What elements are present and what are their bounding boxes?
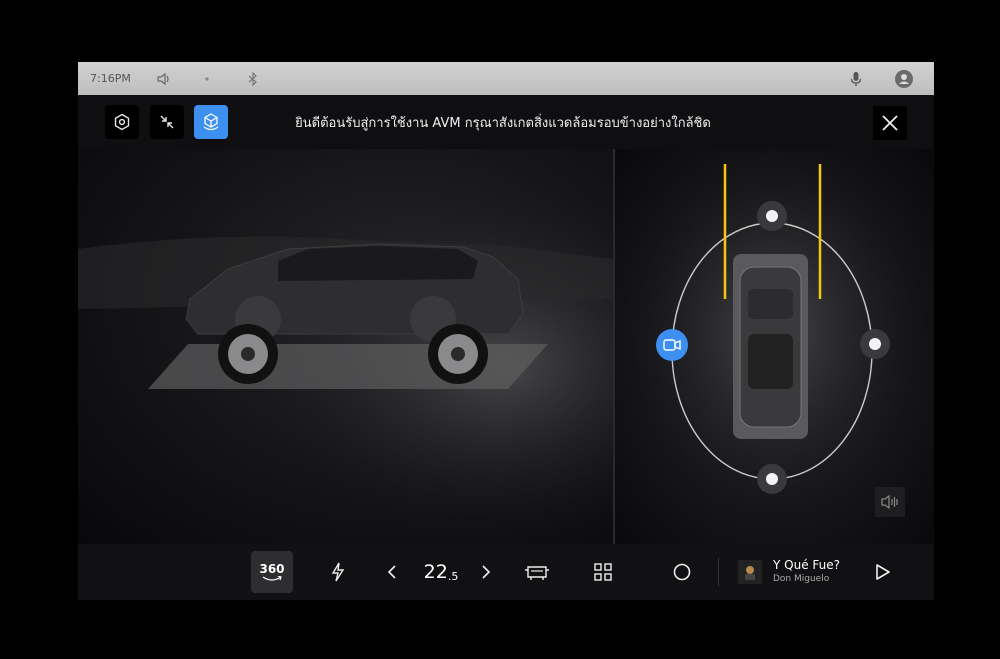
3d-car-render xyxy=(78,149,613,544)
bluetooth-icon[interactable] xyxy=(248,62,258,95)
minimize-icon xyxy=(160,115,174,129)
temp-increase-button[interactable] xyxy=(476,544,496,600)
home-button[interactable] xyxy=(668,544,696,600)
apps-button[interactable] xyxy=(590,544,616,600)
top-down-view[interactable] xyxy=(615,149,934,544)
status-time: 7:16PM xyxy=(90,72,131,85)
left-camera-button[interactable] xyxy=(656,329,688,361)
play-icon xyxy=(876,564,890,580)
track-title: Y Qué Fue? xyxy=(773,558,840,572)
camera-dot-icon xyxy=(869,338,881,350)
volume-icon xyxy=(881,494,898,510)
car-seat-icon xyxy=(525,566,549,580)
right-camera-button[interactable] xyxy=(860,329,890,359)
sound-button[interactable] xyxy=(875,487,905,517)
page-title: ยินดีต้อนรับสู่การใช้งาน AVM กรุณาสังเกต… xyxy=(295,115,711,131)
user-icon[interactable] xyxy=(894,62,914,95)
album-art-icon xyxy=(745,566,755,580)
seat-button[interactable] xyxy=(522,544,552,600)
volume-icon[interactable] xyxy=(156,62,172,95)
microphone-icon[interactable] xyxy=(850,62,862,95)
temperature-decimal: .5 xyxy=(447,569,459,583)
chevron-right-icon xyxy=(482,565,491,579)
settings-button[interactable] xyxy=(105,105,139,139)
minimize-button[interactable] xyxy=(150,105,184,139)
bottom-bar: 360 22.5 Y Qué Fue? Don Miguelo xyxy=(78,544,934,600)
camera-dot-icon xyxy=(766,473,778,485)
apps-grid-icon xyxy=(594,563,612,581)
lightning-button[interactable] xyxy=(326,544,350,600)
track-artist: Don Miguelo xyxy=(773,574,830,584)
view-360-button[interactable]: 360 xyxy=(251,551,293,593)
play-button[interactable] xyxy=(870,544,896,600)
signal-icon xyxy=(202,62,212,95)
album-art[interactable] xyxy=(738,560,762,584)
media-divider xyxy=(718,558,719,586)
temperature-display: 22.5 xyxy=(416,544,466,600)
temp-decrease-button[interactable] xyxy=(382,544,402,600)
chevron-left-icon xyxy=(387,565,396,579)
now-playing[interactable]: Y Qué Fue? Don Miguelo xyxy=(773,558,883,584)
view-360-label: 360 xyxy=(259,562,285,576)
3d-camera-view[interactable] xyxy=(78,149,613,544)
home-circle-icon xyxy=(673,563,691,581)
front-camera-button[interactable] xyxy=(757,201,787,231)
camera-icon xyxy=(663,339,681,351)
close-icon xyxy=(882,115,898,131)
settings-icon xyxy=(114,113,130,131)
3d-view-icon xyxy=(203,113,219,131)
temperature-whole: 22 xyxy=(423,561,448,583)
lightning-icon xyxy=(331,562,345,582)
close-button[interactable] xyxy=(873,106,907,140)
status-bar: 7:16PM xyxy=(78,62,934,95)
camera-dot-icon xyxy=(766,210,778,222)
rear-camera-button[interactable] xyxy=(757,464,787,494)
3d-view-button[interactable] xyxy=(194,105,228,139)
rotate-icon xyxy=(262,576,282,581)
avm-screen: 7:16PM ยินดีต้อนรับสู่การใช้งาน AVM กรุณ… xyxy=(78,62,934,600)
